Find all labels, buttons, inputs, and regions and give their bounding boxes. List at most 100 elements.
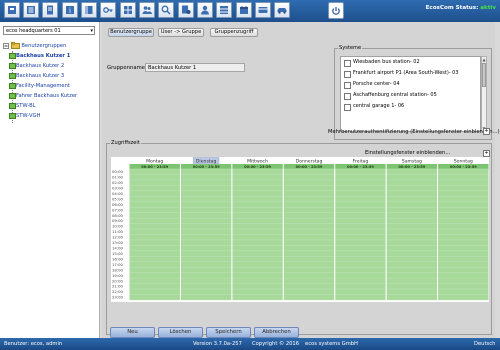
- tree-item[interactable]: Backhaus Kutzer 3: [3, 71, 98, 81]
- status-company: ecos systems GmbH: [305, 341, 358, 347]
- status-value: aktiv: [480, 5, 496, 11]
- multi-auth-toggle[interactable]: +: [483, 128, 490, 135]
- multi-auth-link[interactable]: Mehrbenutzerauthentifizierung (Einstellu…: [328, 129, 500, 135]
- search-key-icon[interactable]: [158, 2, 174, 18]
- group-icon: [9, 73, 16, 79]
- time-label: 13:00: [112, 240, 124, 245]
- day-label[interactable]: Mittwoch: [247, 159, 268, 165]
- system-checkbox[interactable]: [344, 71, 351, 78]
- tree-item-label: Backhaus Kutzer 2: [16, 63, 65, 69]
- list-icon[interactable]: [23, 2, 39, 18]
- time-label: 20:00: [112, 278, 124, 283]
- tree-item[interactable]: Fahrer Backhaus Kutzer: [3, 91, 98, 101]
- settings-link[interactable]: Einstellungsfenster einblenden...: [365, 150, 450, 156]
- settings-toggle[interactable]: +: [483, 150, 490, 157]
- power-icon[interactable]: [328, 2, 344, 19]
- tree-item[interactable]: Facility-Management: [3, 81, 98, 91]
- group-name-input[interactable]: Backhaus Kutzer 1: [145, 63, 245, 72]
- time-label: 17:00: [112, 262, 124, 267]
- systems-fieldset: Systeme Wiesbaden bus station- 02 Frankfu…: [334, 45, 492, 140]
- scroll-up-icon[interactable]: ▲: [482, 57, 486, 62]
- grid-icon[interactable]: [120, 2, 136, 18]
- time-label: 07:00: [112, 207, 124, 212]
- day-label[interactable]: Freitag: [353, 159, 369, 165]
- tab-group-access[interactable]: Gruppenzugriff: [210, 28, 258, 37]
- day-range-label: 00:00 - 23:59: [398, 165, 425, 169]
- systems-scrollbar[interactable]: ▲ ▼: [481, 56, 487, 132]
- access-legend: Zugriffszeit: [110, 140, 141, 146]
- people-icon[interactable]: [139, 2, 155, 18]
- doc-person-icon[interactable]: [178, 2, 194, 18]
- time-label: 09:00: [112, 218, 124, 223]
- card-icon[interactable]: [255, 2, 271, 18]
- group-tree: Benutzergruppen Backhaus Kutzer 1 Backhau…: [3, 41, 98, 123]
- book-icon[interactable]: [81, 2, 97, 18]
- system-checkbox[interactable]: [344, 82, 351, 89]
- status-version: Version 3.7.0a-257: [193, 341, 242, 347]
- car-icon[interactable]: [274, 2, 290, 18]
- day-label[interactable]: Montag: [146, 159, 163, 165]
- tree-item[interactable]: STW-BL: [3, 101, 98, 111]
- day-label[interactable]: Donnerstag: [296, 159, 323, 165]
- calendar-icon[interactable]: [236, 2, 252, 18]
- sidebar: ecos headquarters 01 ▾ Benutzergruppen B…: [0, 22, 100, 338]
- tree-item[interactable]: Backhaus Kutzer 2: [3, 61, 98, 71]
- status-language[interactable]: Deutsch: [474, 338, 495, 350]
- collapse-icon[interactable]: [3, 42, 9, 49]
- day-label[interactable]: Dienstag: [196, 159, 217, 165]
- day-range-label: 00:00 - 23:59: [193, 165, 220, 169]
- user-card-icon[interactable]: [4, 2, 20, 18]
- system-checkbox[interactable]: [344, 104, 351, 111]
- time-label: 08:00: [112, 213, 124, 218]
- scroll-thumb[interactable]: [482, 63, 486, 87]
- key-icon[interactable]: [100, 2, 116, 18]
- day-range-label: 00:00 - 23:59: [141, 165, 168, 169]
- time-label: 02:00: [112, 180, 124, 185]
- group-name-label: Gruppenname: [107, 65, 146, 71]
- system-checkbox[interactable]: [344, 60, 351, 67]
- time-label: 19:00: [112, 273, 124, 278]
- system-item-label: Porsche center- 04: [353, 81, 400, 87]
- time-label: 06:00: [112, 202, 124, 207]
- cabinet-icon[interactable]: [216, 2, 232, 18]
- system-item[interactable]: Frankfurt airport P1 (Area South-West)- …: [341, 68, 480, 79]
- tree-root-label: Benutzergruppen: [21, 43, 67, 49]
- system-item[interactable]: Aschaffenburg central station- 05: [341, 90, 480, 101]
- systems-list: Wiesbaden bus station- 02 Frankfurt airpo…: [340, 56, 481, 132]
- weekly-schedule[interactable]: Montag 00:00 - 23:59 Dienstag 00:00 - 23:59…: [111, 157, 489, 302]
- tab-user-group[interactable]: User -> Gruppe: [158, 28, 204, 37]
- day-label[interactable]: Sonntag: [454, 159, 473, 165]
- person-icon[interactable]: [197, 2, 213, 18]
- cancel-button[interactable]: Abbrechen: [254, 327, 299, 338]
- day-label[interactable]: Samstag: [402, 159, 422, 165]
- time-label: 16:00: [112, 256, 124, 261]
- tree-item[interactable]: STW-VGH: [3, 111, 98, 121]
- system-item[interactable]: central garage 1- 06: [341, 101, 480, 112]
- day-range-label: 00:00 - 23:59: [244, 165, 271, 169]
- time-label: 04:00: [112, 191, 124, 196]
- save-button[interactable]: Speichern: [206, 327, 251, 338]
- time-label: 11:00: [112, 229, 124, 234]
- document-icon[interactable]: [42, 2, 58, 18]
- system-item-label: Aschaffenburg central station- 05: [353, 92, 437, 98]
- info-icon[interactable]: i: [62, 2, 78, 18]
- status-label: EcosCom Status:: [425, 5, 479, 11]
- time-label: 23:00: [112, 295, 124, 300]
- system-checkbox[interactable]: [344, 93, 351, 100]
- systems-legend: Systeme: [338, 45, 363, 51]
- tree-root[interactable]: Benutzergruppen: [3, 41, 98, 51]
- time-label: 18:00: [112, 267, 124, 272]
- tab-group[interactable]: Benutzergruppe: [108, 28, 154, 37]
- system-item[interactable]: Wiesbaden bus station- 02: [341, 57, 480, 68]
- day-range-label: 00:00 - 23:59: [296, 165, 323, 169]
- day-range-label: 00:00 - 23:59: [347, 165, 374, 169]
- site-select[interactable]: ecos headquarters 01 ▾: [3, 26, 95, 35]
- tree-item[interactable]: Backhaus Kutzer 1: [3, 51, 98, 61]
- system-item[interactable]: Porsche center- 04: [341, 79, 480, 90]
- delete-button[interactable]: Löschen: [158, 327, 203, 338]
- time-label: 21:00: [112, 284, 124, 289]
- main-panel: Benutzergruppe User -> Gruppe Gruppenzugri…: [102, 22, 500, 338]
- new-button[interactable]: Neu: [110, 327, 155, 338]
- tree-item-label: Backhaus Kutzer 1: [16, 53, 71, 59]
- site-select-value: ecos headquarters 01: [6, 28, 61, 34]
